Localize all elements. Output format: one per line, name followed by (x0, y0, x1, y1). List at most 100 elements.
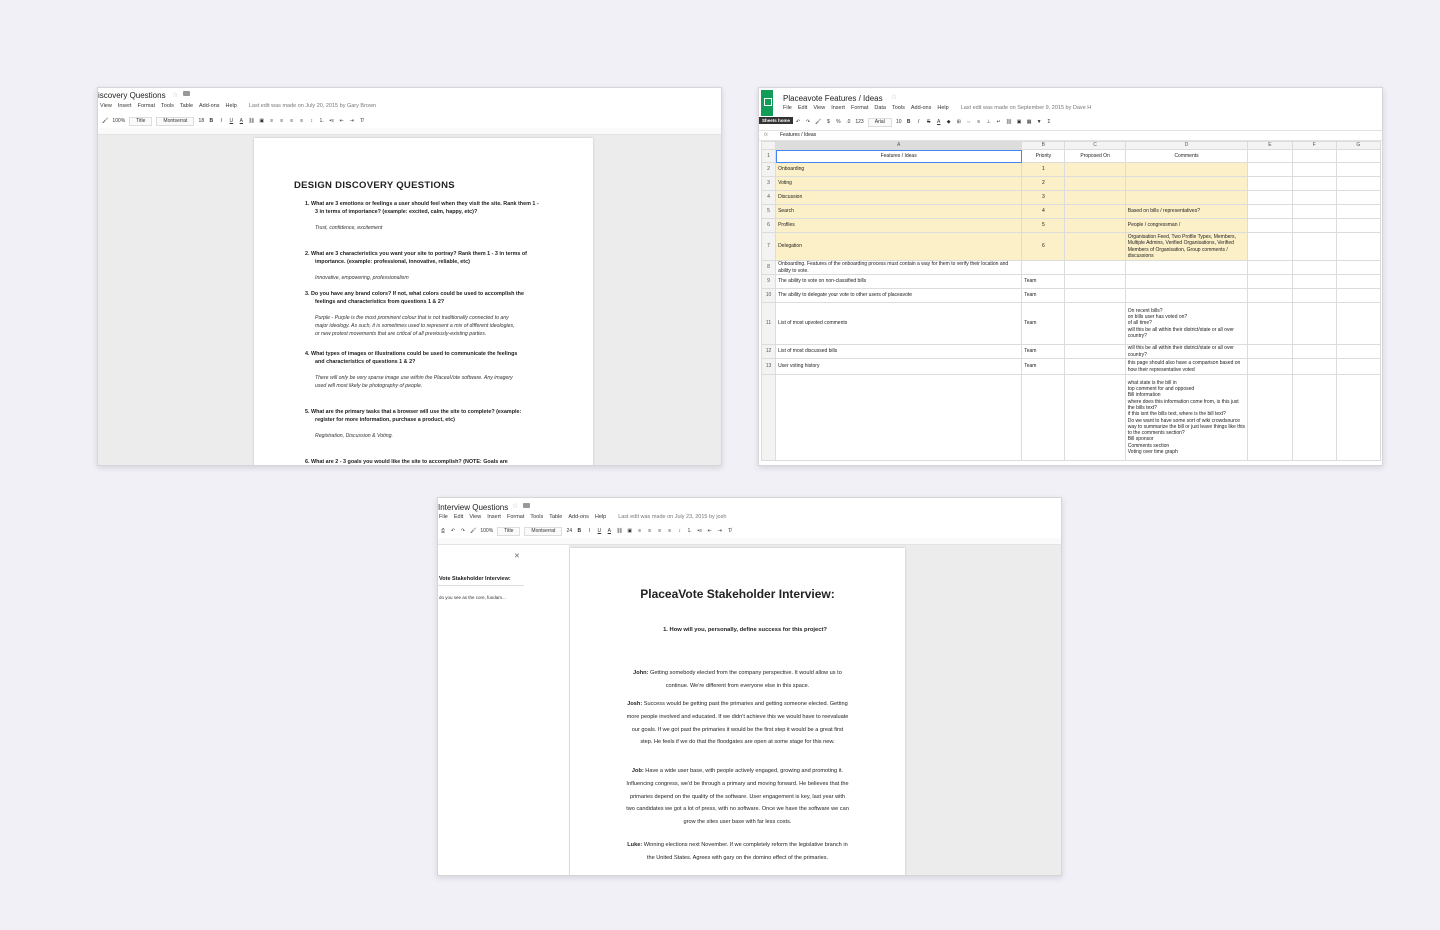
font-size-select[interactable]: 24 (566, 528, 573, 535)
italic-icon[interactable]: I (916, 119, 922, 126)
paint-format-icon[interactable]: 🖌 (102, 118, 108, 125)
menu-file[interactable]: File (783, 105, 792, 111)
justify-icon[interactable]: ≡ (667, 528, 673, 535)
style-select[interactable]: Title (497, 526, 521, 536)
cell-empty[interactable] (1291, 344, 1337, 359)
cell-c[interactable] (1064, 302, 1126, 345)
spreadsheet-grid[interactable]: A B C D E F G 1 Features / Ideas Priority Proposed… (760, 141, 1382, 461)
cell-empty[interactable] (1247, 190, 1293, 205)
percent-icon[interactable]: % (835, 119, 841, 126)
star-icon[interactable]: ☆ (512, 502, 518, 510)
cell-empty[interactable] (1291, 302, 1337, 345)
menu-addons[interactable]: Add-ons (199, 103, 220, 109)
cell-empty[interactable] (1335, 162, 1382, 177)
document-title[interactable]: Interview Questions (438, 503, 508, 512)
align-icon[interactable]: ≡ (976, 119, 982, 126)
cell-a[interactable]: User voting history (775, 358, 1023, 375)
cell-empty[interactable] (1291, 232, 1337, 261)
cell-empty[interactable] (1335, 288, 1382, 303)
menu-table[interactable]: Table (549, 514, 562, 520)
row-header[interactable] (760, 374, 777, 461)
cell-b[interactable]: 2 (1021, 176, 1066, 191)
row-header[interactable]: 2 (760, 162, 777, 177)
menu-edit[interactable]: Edit (798, 105, 807, 111)
outline-item[interactable]: do you see as the core, fundam... (439, 595, 506, 600)
cell-empty[interactable] (1291, 260, 1337, 275)
font-select[interactable]: Montserrat (156, 116, 195, 126)
fill-color-icon[interactable]: ◆ (946, 119, 952, 126)
text-color-icon[interactable]: A (238, 118, 244, 125)
cell-d[interactable] (1124, 176, 1249, 191)
link-icon[interactable]: ⛓ (1006, 119, 1012, 126)
menu-tools[interactable]: Tools (530, 514, 543, 520)
font-size-select[interactable]: 18 (198, 118, 205, 125)
row-header[interactable]: 5 (760, 204, 777, 219)
cell-empty[interactable] (1247, 288, 1293, 303)
font-size-select[interactable]: 10 (896, 119, 902, 126)
column-header[interactable]: E (1247, 141, 1293, 150)
cell-empty[interactable] (1247, 344, 1293, 359)
cell-b[interactable]: Team (1021, 302, 1066, 345)
cell-c[interactable] (1064, 162, 1126, 177)
cell-c[interactable] (1064, 358, 1126, 375)
strikethrough-icon[interactable]: S (926, 119, 932, 126)
document-title[interactable]: iscovery Questions (98, 91, 166, 100)
cell-a[interactable]: List of most discussed bills (775, 344, 1023, 359)
comment-icon[interactable]: ▣ (627, 528, 633, 535)
cell-empty[interactable] (1247, 232, 1293, 261)
link-icon[interactable]: ⛓ (248, 118, 254, 125)
cell-empty[interactable] (1291, 274, 1337, 289)
cell-a[interactable]: Discussion (775, 190, 1023, 205)
cell-a[interactable]: The ability to vote on non-classified bi… (775, 274, 1023, 289)
cell-empty[interactable] (1247, 176, 1293, 191)
cell-empty[interactable] (1247, 374, 1293, 461)
cell-empty[interactable] (1335, 149, 1382, 163)
indent-decrease-icon[interactable]: ⇤ (707, 528, 713, 535)
cell-c[interactable] (1064, 344, 1126, 359)
cell-d[interactable] (1124, 274, 1249, 289)
style-select[interactable]: Title (129, 116, 153, 126)
cell-c[interactable] (1064, 218, 1126, 233)
cell-c[interactable] (1064, 288, 1126, 303)
cell-b[interactable]: Team (1021, 274, 1066, 289)
filter-icon[interactable]: ▼ (1036, 119, 1042, 126)
indent-decrease-icon[interactable]: ⇤ (339, 118, 345, 125)
menu-format[interactable]: Format (507, 514, 524, 520)
indent-increase-icon[interactable]: ⇥ (349, 118, 355, 125)
cell-c[interactable] (1064, 176, 1126, 191)
currency-icon[interactable]: $ (825, 119, 831, 126)
cell-empty[interactable] (1335, 218, 1382, 233)
menu-insert[interactable]: Insert (118, 103, 132, 109)
cell-d[interactable]: Comments (1124, 149, 1249, 163)
menu-help[interactable]: Help (226, 103, 237, 109)
align-right-icon[interactable]: ≡ (657, 528, 663, 535)
menu-format[interactable]: Format (851, 105, 868, 111)
bold-icon[interactable]: B (208, 118, 214, 125)
row-header[interactable]: 12 (760, 344, 777, 359)
menu-insert[interactable]: Insert (487, 514, 501, 520)
sheets-logo[interactable] (761, 90, 773, 116)
menu-tools[interactable]: Tools (161, 103, 174, 109)
cell-d[interactable] (1124, 190, 1249, 205)
cell-b[interactable]: Team (1021, 288, 1066, 303)
cell-empty[interactable] (1291, 149, 1337, 163)
align-center-icon[interactable]: ≡ (647, 528, 653, 535)
column-header[interactable]: F (1291, 141, 1337, 150)
cell-empty[interactable] (1247, 162, 1293, 177)
column-header[interactable]: A (775, 141, 1023, 150)
cell-empty[interactable] (1291, 374, 1337, 461)
outline-title[interactable]: Vote Stakeholder Interview: (439, 576, 511, 582)
row-header[interactable]: 3 (760, 176, 777, 191)
menu-view[interactable]: View (100, 103, 112, 109)
cell-b[interactable]: Team (1021, 344, 1066, 359)
row-header[interactable]: 7 (760, 232, 777, 261)
cell-d[interactable]: On recent bills? on bills user has voted… (1124, 302, 1249, 345)
cell-d[interactable]: People / congressman / (1124, 218, 1249, 233)
cell-empty[interactable] (1335, 302, 1382, 345)
cell-c[interactable] (1064, 274, 1126, 289)
cell-empty[interactable] (1335, 260, 1382, 275)
column-header[interactable]: C (1064, 141, 1126, 150)
cell-empty[interactable] (1335, 176, 1382, 191)
link-icon[interactable]: ⛓ (616, 528, 622, 535)
align-right-icon[interactable]: ≡ (289, 118, 295, 125)
